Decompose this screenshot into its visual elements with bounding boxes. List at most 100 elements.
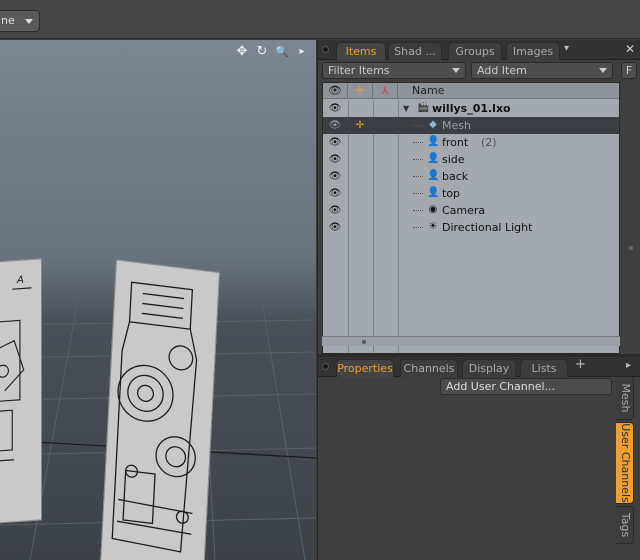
side-tab-user-channels[interactable]: User Channels [616, 422, 634, 504]
close-icon[interactable]: ✕ [625, 42, 635, 56]
right-panel: Items Shad ... Groups Images ▾ ✕ Filter … [317, 40, 640, 560]
tab-images[interactable]: Images [506, 42, 560, 60]
instance-count: (2) [481, 136, 497, 149]
item-list-hscroll[interactable] [322, 336, 620, 346]
tree-row-label: top [442, 187, 461, 200]
hierarchy-connector [413, 176, 423, 177]
tree-row-label: Mesh [442, 119, 471, 132]
hierarchy-connector [413, 159, 423, 160]
visibility-toggle-icon[interactable]: 👁 [323, 134, 347, 151]
image-icon: 👤 [427, 153, 440, 164]
tree-row[interactable]: 👁 👤 back [323, 168, 619, 185]
side-tab-tags-label: Tags [619, 512, 632, 538]
side-reference-plane[interactable]: A [0, 258, 42, 524]
scroll-thumb[interactable] [362, 340, 366, 344]
panel-grip-icon[interactable] [322, 46, 329, 53]
tab-lists-label: Lists [531, 362, 557, 375]
tab-shaders[interactable]: Shad ... [388, 42, 442, 60]
axes-column-header[interactable]: ⅄ [373, 83, 398, 99]
lock-toggle-icon[interactable]: ✛ [348, 117, 372, 134]
rotate-view-icon[interactable]: ↻ [254, 44, 270, 60]
tab-lists[interactable]: Lists [520, 359, 568, 377]
filter-toggle-button[interactable]: F [621, 62, 637, 79]
visibility-column-header[interactable]: 👁 [323, 83, 348, 99]
visibility-toggle-icon[interactable]: 👁 [323, 202, 347, 219]
3d-viewport[interactable]: A ✥ ↻ 🔍 ▸ [0, 40, 316, 560]
side-tab-user-channels-label: User Channels [619, 423, 632, 503]
tree-row-label: front [442, 136, 469, 149]
lock-icon: ✛ [355, 84, 365, 97]
tree-row[interactable]: 👁 ◉ Camera [323, 202, 619, 219]
tab-groups[interactable]: Groups [448, 42, 502, 60]
hierarchy-connector [413, 193, 423, 194]
name-column-header[interactable]: Name [398, 83, 619, 99]
tab-channels[interactable]: Channels [400, 359, 458, 377]
tab-properties[interactable]: Properties [336, 359, 394, 377]
visibility-toggle-icon[interactable]: 👁 [323, 168, 347, 185]
tree-row-label: back [442, 170, 469, 183]
visibility-toggle-icon[interactable]: 👁 [323, 219, 347, 236]
viewport-menu-icon[interactable]: ▸ [294, 44, 310, 60]
lock-column-header[interactable]: ✛ [348, 83, 373, 99]
app-window: ne A ✥ ↻ 🔍 ▸ Items Shad ... Groups Image… [0, 0, 640, 560]
light-icon: ☀ [428, 221, 438, 232]
mode-dropdown[interactable]: ne [0, 10, 40, 32]
tabs-overflow-icon[interactable]: ▸ [626, 360, 631, 371]
camera-icon: ◉ [428, 204, 438, 215]
properties-tab-bar: Properties Channels Display Lists + ▸ [318, 357, 640, 377]
tree-row[interactable]: 👁 ✛ ◆ Mesh [323, 117, 619, 134]
visibility-toggle-icon[interactable]: 👁 [323, 117, 347, 134]
item-list-vscroll[interactable] [626, 82, 636, 354]
tab-items[interactable]: Items [336, 42, 386, 60]
add-item-label: Add Item [477, 64, 527, 77]
visibility-toggle-icon[interactable]: 👁 [323, 151, 347, 168]
filter-items-label: Filter Items [328, 64, 390, 77]
eye-icon: 👁 [328, 84, 342, 97]
items-tab-bar: Items Shad ... Groups Images ▾ ✕ [318, 40, 640, 60]
chevron-down-icon [25, 19, 33, 24]
image-icon: 👤 [427, 187, 440, 198]
front-reference-plane[interactable] [100, 259, 220, 560]
tabs-overflow-icon[interactable]: ▾ [564, 43, 569, 54]
item-list-header: 👁 ✛ ⅄ Name [323, 83, 619, 99]
add-item-dropdown[interactable]: Add Item [471, 62, 613, 79]
top-toolbar: ne [0, 0, 640, 39]
expand-arrow-icon[interactable]: ▼ [403, 100, 409, 117]
move-view-icon[interactable]: ✥ [234, 44, 250, 60]
mesh-icon: ◆ [429, 119, 437, 130]
hierarchy-connector [413, 210, 423, 211]
panel-grip-icon[interactable] [322, 363, 329, 370]
tree-row[interactable]: 👁 ☀ Directional Light [323, 219, 619, 236]
tree-row[interactable]: 👁 👤 side [323, 151, 619, 168]
zoom-view-icon[interactable]: 🔍 [274, 44, 290, 60]
viewport-nav-tools: ✥ ↻ 🔍 ▸ [234, 44, 310, 60]
image-icon: 👤 [427, 136, 440, 147]
scroll-thumb[interactable] [629, 246, 633, 250]
tab-images-label: Images [512, 45, 554, 58]
visibility-toggle-icon[interactable]: 👁 [323, 185, 347, 202]
chevron-down-icon [599, 68, 607, 73]
dimension-label: A [17, 274, 24, 287]
properties-area [318, 380, 614, 560]
tree-row[interactable]: 👁 👤 top [323, 185, 619, 202]
item-list: 👁 ✛ ⅄ Name 👁 ▼ 🎬 willys_01.lxo 👁 ✛ ◆ Mesh 👁 👤 fron… [322, 82, 620, 354]
tab-items-label: Items [345, 45, 377, 58]
hierarchy-connector [413, 227, 423, 228]
tree-row-label: Camera [442, 204, 486, 217]
image-icon: 👤 [427, 170, 440, 181]
side-tab-mesh[interactable]: Mesh [616, 376, 634, 420]
tree-row[interactable]: 👁 👤 front (2) [323, 134, 619, 151]
tab-groups-label: Groups [455, 45, 495, 58]
name-column-label: Name [412, 84, 445, 97]
tree-row[interactable]: 👁 ▼ 🎬 willys_01.lxo [323, 100, 619, 117]
visibility-toggle-icon[interactable]: 👁 [323, 100, 347, 117]
filter-items-dropdown[interactable]: Filter Items [322, 62, 466, 79]
tab-properties-label: Properties [337, 362, 393, 375]
side-tab-tags[interactable]: Tags [616, 506, 634, 544]
tab-display-label: Display [468, 362, 510, 375]
axes-icon: ⅄ [381, 84, 389, 97]
tab-display[interactable]: Display [462, 359, 516, 377]
add-user-channel-button[interactable]: Add User Channel... [440, 378, 612, 395]
add-tab-icon[interactable]: + [575, 357, 586, 372]
hierarchy-connector [413, 125, 423, 126]
